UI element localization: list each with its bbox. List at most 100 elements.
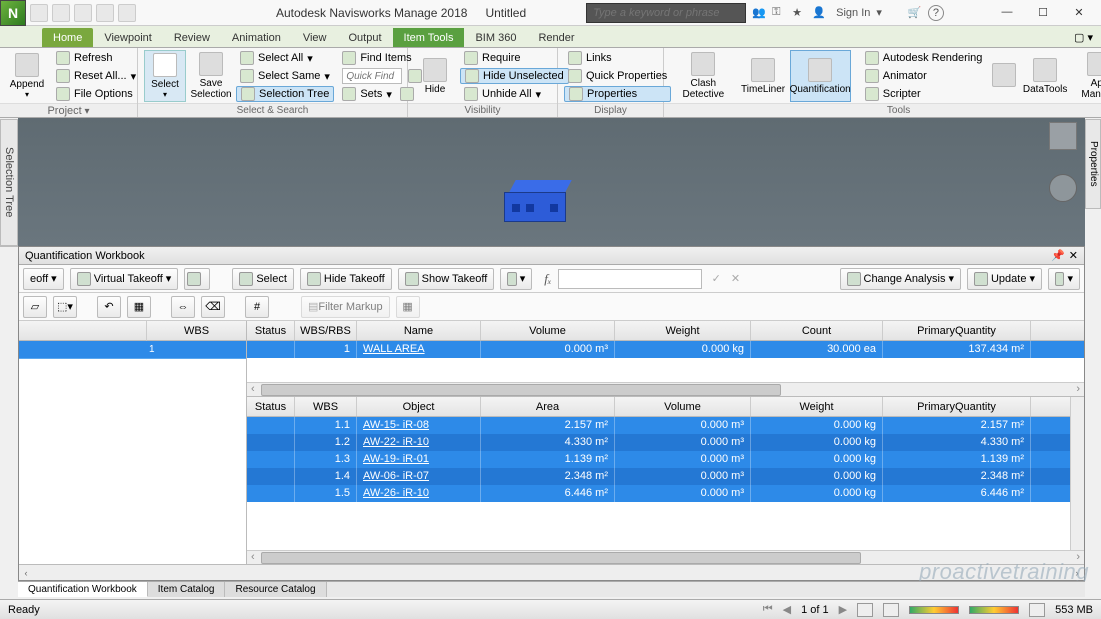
- tab-render[interactable]: Render: [527, 28, 585, 47]
- update-button[interactable]: Update ▾: [967, 268, 1042, 290]
- quick-properties-button[interactable]: Quick Properties: [564, 68, 671, 84]
- btab-workbook[interactable]: Quantification Workbook: [18, 582, 148, 597]
- refresh-button[interactable]: Refresh: [52, 50, 140, 66]
- binoculars-icon[interactable]: 👥: [752, 6, 766, 20]
- view-cube[interactable]: [1049, 122, 1077, 150]
- scripter-button[interactable]: Scripter: [861, 86, 987, 102]
- link-icon[interactable]: ⇔: [171, 296, 195, 318]
- hide-button[interactable]: Hide: [414, 50, 456, 102]
- fx-accept-icon[interactable]: ✓: [712, 272, 721, 285]
- select-all-button[interactable]: Select All ▾: [236, 50, 334, 66]
- ribbon-options-icon[interactable]: ▢ ▾: [1066, 28, 1101, 47]
- rail-selection-tree[interactable]: Selection Tree: [1, 120, 17, 246]
- links-button[interactable]: Links: [564, 50, 671, 66]
- qat-more-icon[interactable]: [118, 4, 136, 22]
- tab-output[interactable]: Output: [338, 28, 393, 47]
- th2-object[interactable]: Object: [357, 397, 481, 416]
- rail-sets[interactable]: Sets: [0, 120, 1, 246]
- panel-pin-icon[interactable]: 📌: [1051, 249, 1065, 262]
- qat-undo-icon[interactable]: [74, 4, 92, 22]
- require-button[interactable]: Require: [460, 50, 569, 66]
- status-box-2-icon[interactable]: [883, 603, 899, 617]
- qat-save-icon[interactable]: [52, 4, 70, 22]
- th-status[interactable]: Status: [247, 321, 295, 340]
- th2-pq[interactable]: PrimaryQuantity: [883, 397, 1031, 416]
- help-icon[interactable]: ?: [928, 5, 944, 21]
- animator-button[interactable]: Animator: [861, 68, 987, 84]
- disk-icon[interactable]: [1029, 603, 1045, 617]
- grid-icon[interactable]: ▦: [396, 296, 420, 318]
- close-button[interactable]: ✕: [1069, 6, 1089, 19]
- file-options-button[interactable]: File Options: [52, 86, 140, 102]
- app-manager-button[interactable]: App Manage: [1072, 50, 1101, 102]
- th2-status[interactable]: Status: [247, 397, 295, 416]
- q-select-button[interactable]: Select: [232, 268, 294, 290]
- th2-weight[interactable]: Weight: [751, 397, 883, 416]
- sign-in-link[interactable]: Sign In: [836, 7, 870, 19]
- th2-volume[interactable]: Volume: [615, 397, 751, 416]
- quantification-button[interactable]: Quantification: [790, 50, 851, 102]
- undo-icon[interactable]: ↶: [97, 296, 121, 318]
- quick-find-input[interactable]: [342, 68, 402, 84]
- selection-tree-button[interactable]: Selection Tree: [236, 86, 334, 102]
- more-tools-button[interactable]: [990, 50, 1018, 102]
- erase-icon[interactable]: ⌫: [201, 296, 225, 318]
- nav-next-icon[interactable]: ▶: [839, 603, 847, 616]
- fx-cancel-icon[interactable]: ✕: [731, 272, 740, 285]
- takeoff-dropdown[interactable]: eoff ▾: [23, 268, 64, 290]
- detail-row[interactable]: 1.1AW-15- iR-082.157 m²0.000 m³0.000 kg2…: [247, 417, 1070, 434]
- minimize-button[interactable]: —: [997, 6, 1017, 19]
- 3d-viewport[interactable]: [18, 118, 1085, 246]
- show-takeoff-button[interactable]: Show Takeoff: [398, 268, 495, 290]
- detail-row[interactable]: 1.3AW-19- iR-011.139 m²0.000 m³0.000 kg1…: [247, 451, 1070, 468]
- detail-vscroll[interactable]: [1070, 397, 1084, 550]
- detail-row[interactable]: 1.4AW-06- iR-072.348 m²0.000 m³0.000 kg2…: [247, 468, 1070, 485]
- star-icon[interactable]: ★: [792, 6, 806, 20]
- wbs-row-1[interactable]: 1: [19, 341, 246, 359]
- nav-wheel-icon[interactable]: [1049, 174, 1077, 202]
- th-primaryqty[interactable]: PrimaryQuantity: [883, 321, 1031, 340]
- btab-resource-catalog[interactable]: Resource Catalog: [225, 582, 326, 597]
- panel-close-icon[interactable]: ✕: [1069, 249, 1078, 262]
- tab-item-tools[interactable]: Item Tools: [393, 28, 465, 47]
- timeliner-button[interactable]: TimeLiner: [741, 50, 786, 102]
- summary-row[interactable]: 1 WALL AREA 0.000 m³ 0.000 kg 30.000 ea …: [247, 341, 1084, 358]
- qat-open-icon[interactable]: [30, 4, 48, 22]
- cart-icon[interactable]: 🛒: [908, 6, 922, 20]
- q-export-icon[interactable]: ▾: [1048, 268, 1080, 290]
- key-icon[interactable]: ⚿: [772, 6, 786, 20]
- properties-button[interactable]: Properties: [564, 86, 671, 102]
- th-volume[interactable]: Volume: [481, 321, 615, 340]
- user-icon[interactable]: 👤: [812, 6, 826, 20]
- th-weight[interactable]: Weight: [615, 321, 751, 340]
- tab-bim360[interactable]: BIM 360: [464, 28, 527, 47]
- datatools-button[interactable]: DataTools: [1023, 50, 1068, 102]
- shape-tool-1-icon[interactable]: ▱: [23, 296, 47, 318]
- select-same-button[interactable]: Select Same ▾: [236, 68, 334, 84]
- unhide-all-button[interactable]: Unhide All ▾: [460, 86, 569, 102]
- btab-item-catalog[interactable]: Item Catalog: [148, 582, 226, 597]
- search-input[interactable]: [586, 3, 746, 23]
- append-button[interactable]: Append▾: [6, 50, 48, 102]
- save-selection-button[interactable]: Save Selection: [190, 50, 232, 102]
- clash-button[interactable]: Clash Detective: [670, 50, 737, 102]
- th-count[interactable]: Count: [751, 321, 883, 340]
- status-box-1-icon[interactable]: [857, 603, 873, 617]
- rect-select-icon[interactable]: [184, 268, 210, 290]
- tab-viewpoint[interactable]: Viewpoint: [93, 28, 163, 47]
- tab-view[interactable]: View: [292, 28, 338, 47]
- reset-all-button[interactable]: Reset All... ▾: [52, 68, 140, 84]
- tab-home[interactable]: Home: [42, 28, 93, 47]
- tab-animation[interactable]: Animation: [221, 28, 292, 47]
- summary-hscroll[interactable]: ‹›: [247, 382, 1084, 396]
- hide-unselected-button[interactable]: Hide Unselected: [460, 68, 569, 84]
- change-analysis-button[interactable]: Change Analysis ▾: [840, 268, 961, 290]
- filter-markup-button[interactable]: ▤ Filter Markup: [301, 296, 390, 318]
- formula-input[interactable]: [558, 269, 702, 289]
- q-extra-icon[interactable]: ▾: [500, 268, 532, 290]
- detail-row[interactable]: 1.5AW-26- iR-106.446 m²0.000 m³0.000 kg6…: [247, 485, 1070, 502]
- th2-area[interactable]: Area: [481, 397, 615, 416]
- panel-title-bar[interactable]: Quantification Workbook 📌✕: [19, 247, 1084, 265]
- th-name[interactable]: Name: [357, 321, 481, 340]
- qat-redo-icon[interactable]: [96, 4, 114, 22]
